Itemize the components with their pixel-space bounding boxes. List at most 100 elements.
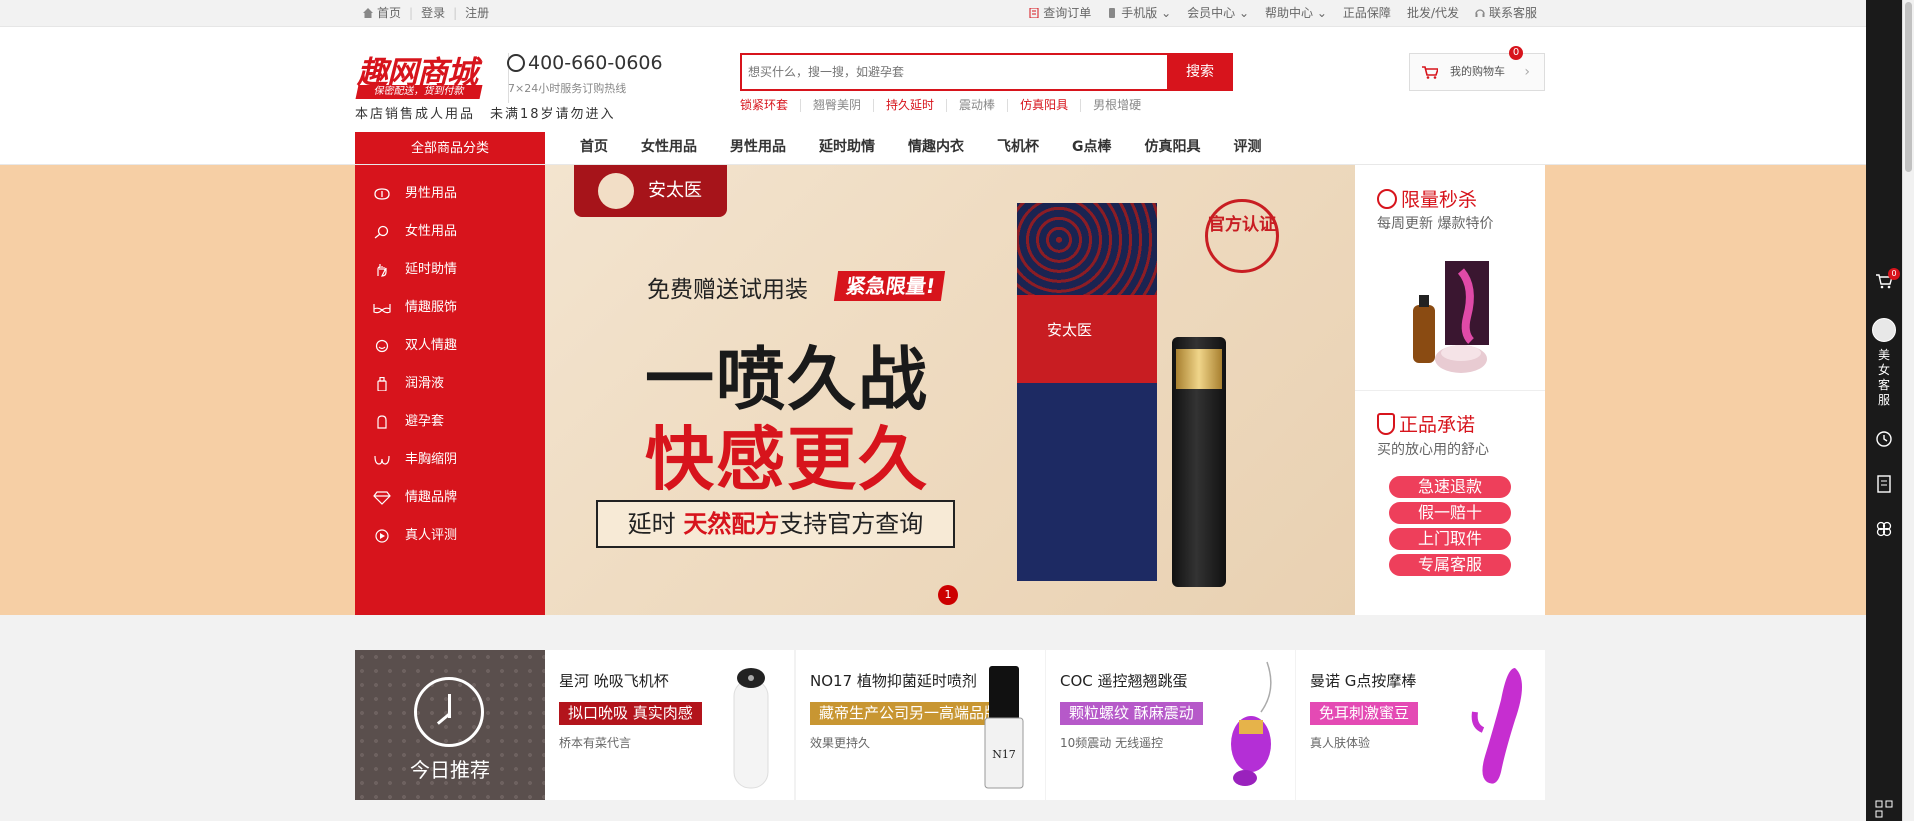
contact-service-label: 联系客服	[1488, 6, 1537, 20]
phone-icon	[507, 54, 525, 72]
top-bar: 首页 | 登录 | 注册 查询订单 手机版 ⌄ 会员中心 ⌄ 帮助中心 ⌄ 正品…	[0, 0, 1866, 27]
brand-seal-icon	[598, 173, 634, 209]
hot-keyword[interactable]: 翘臀美阴	[800, 99, 873, 112]
flash-sale-section[interactable]: 限量秒杀 每周更新 爆款特价	[1355, 165, 1545, 391]
category-label: 情趣服饰	[405, 300, 458, 315]
hot-keyword[interactable]: 男根增硬	[1080, 99, 1153, 112]
product-image	[733, 668, 769, 789]
search-bar: 搜索	[740, 53, 1233, 91]
category-item-breast[interactable]: 丰胸缩阴	[373, 441, 457, 479]
today-recommend-label: 今日推荐	[410, 758, 490, 782]
banner-headline-2: 快感更久	[645, 419, 929, 500]
login-link[interactable]: 登录	[413, 0, 453, 26]
guarantee-pill[interactable]: 上门取件	[1389, 528, 1511, 550]
nav-item-female[interactable]: 女性用品	[641, 132, 697, 162]
logo-tagline: 保密配送，货到付款	[355, 85, 483, 99]
nav-item-lingerie[interactable]: 情趣内衣	[908, 132, 964, 162]
genuine-link[interactable]: 正品保障	[1335, 0, 1399, 26]
recommend-card[interactable]: NO17 植物抑菌延时喷剂 藏帝生产公司另一高端品牌 效果更持久 N17	[796, 650, 1045, 800]
top-bar-left: 首页 | 登录 | 注册	[355, 0, 497, 26]
wholesale-link[interactable]: 批发/代发	[1399, 0, 1467, 26]
hot-keyword[interactable]: 持久延时	[873, 99, 946, 112]
card-title: NO17 植物抑菌延时喷剂	[810, 672, 977, 690]
scrollbar-thumb[interactable]	[1905, 2, 1912, 172]
top-bar-right: 查询订单 手机版 ⌄ 会员中心 ⌄ 帮助中心 ⌄ 正品保障 批发/代发 联系客服	[1021, 0, 1545, 26]
category-label: 男性用品	[405, 186, 458, 201]
cart-count-badge: 0	[1509, 46, 1523, 60]
nav-item-cup[interactable]: 飞机杯	[997, 132, 1039, 162]
card-title: 星河 吮吸飞机杯	[559, 672, 669, 690]
promo-panel: 限量秒杀 每周更新 爆款特价 正品承诺 买的放心用的舒心 急速退款 假一赔十 上…	[1355, 165, 1545, 615]
nav-item-gspot[interactable]: G点棒	[1072, 132, 1112, 162]
clock-icon	[1377, 189, 1397, 209]
category-item-lube[interactable]: 润滑液	[373, 365, 444, 403]
category-label: 情趣品牌	[405, 490, 458, 505]
recommend-card[interactable]: COC 遥控翘翘跳蛋 颗粒螺纹 酥麻震动 10频震动 无线遥控	[1046, 650, 1295, 800]
category-item-brand[interactable]: 情趣品牌	[373, 479, 457, 517]
guarantee-pill[interactable]: 专属客服	[1389, 554, 1511, 576]
slide-indicator[interactable]: 1	[938, 585, 958, 605]
contact-service-link[interactable]: 联系客服	[1467, 0, 1545, 26]
home-link[interactable]: 首页	[355, 0, 409, 26]
service-label[interactable]: 美女客服	[1877, 348, 1891, 408]
nav-item-delay[interactable]: 延时助情	[819, 132, 875, 162]
document-icon[interactable]	[1875, 475, 1893, 493]
mobile-link[interactable]: 手机版 ⌄	[1099, 0, 1179, 26]
clover-icon[interactable]	[1875, 520, 1893, 538]
flash-sale-subtitle: 每周更新 爆款特价	[1377, 216, 1494, 232]
category-item-couple[interactable]: 双人情趣	[373, 327, 457, 365]
member-center-link[interactable]: 会员中心 ⌄	[1179, 0, 1257, 26]
card-title: COC 遥控翘翘跳蛋	[1060, 672, 1188, 690]
category-item-female[interactable]: 女性用品	[373, 213, 457, 251]
all-categories-button[interactable]: 全部商品分类	[355, 132, 545, 165]
hot-keyword[interactable]: 仿真阳具	[1007, 99, 1080, 112]
recommend-card[interactable]: 星河 吮吸飞机杯 拟口吮吸 真实肉感 桥本有菜代言	[545, 650, 794, 800]
headset-icon	[1475, 9, 1485, 17]
nav-items: 首页 女性用品 男性用品 延时助情 情趣内衣 飞机杯 G点棒 仿真阳具 评测	[580, 132, 1295, 162]
qrcode-icon[interactable]	[1875, 800, 1893, 818]
play-icon	[375, 529, 389, 543]
help-center-link[interactable]: 帮助中心 ⌄	[1257, 0, 1335, 26]
card-tag: 免耳刺激蜜豆	[1310, 702, 1419, 725]
category-item-review[interactable]: 真人评测	[373, 517, 457, 555]
banner-slide[interactable]: 安太医 免费赠送试用装 紧急限量! 一喷久战 快感更久 延时 天然配方支持官方查…	[545, 165, 1355, 615]
nav-item-male[interactable]: 男性用品	[730, 132, 786, 162]
category-item-clothing[interactable]: 情趣服饰	[373, 289, 457, 327]
category-item-condom[interactable]: 避孕套	[373, 403, 444, 441]
guarantee-pill[interactable]: 急速退款	[1389, 476, 1511, 498]
history-icon[interactable]	[1875, 430, 1893, 448]
category-item-male[interactable]: 男性用品	[373, 175, 457, 213]
nav-item-dildo[interactable]: 仿真阳具	[1145, 132, 1201, 162]
category-item-delay[interactable]: 延时助情	[373, 251, 457, 289]
card-tag: 拟口吮吸 真实肉感	[559, 702, 702, 725]
register-link[interactable]: 注册	[457, 0, 497, 26]
search-input[interactable]	[742, 55, 1168, 89]
help-center-label: 帮助中心	[1265, 6, 1314, 20]
product-box-brand: 安太医	[1047, 321, 1093, 339]
service-avatar[interactable]	[1872, 318, 1896, 342]
site-logo[interactable]: 趣网商城 保密配送，货到付款	[355, 47, 490, 99]
search-button[interactable]: 搜索	[1167, 53, 1233, 91]
order-query-label: 查询订单	[1043, 6, 1092, 20]
nav-item-home[interactable]: 首页	[580, 132, 608, 162]
hand-icon	[377, 264, 387, 277]
guarantee-pill[interactable]: 假一赔十	[1389, 502, 1511, 524]
product-box-label: 安太医	[1017, 295, 1157, 383]
hot-keyword[interactable]: 震动棒	[946, 99, 1007, 112]
hot-keyword[interactable]: 锁紧环套	[740, 99, 800, 112]
nav-item-review[interactable]: 评测	[1234, 132, 1262, 162]
shield-icon	[1377, 413, 1395, 435]
flash-sale-title: 限量秒杀	[1377, 185, 1477, 212]
category-label: 润滑液	[405, 376, 445, 391]
diamond-icon	[373, 491, 391, 505]
cart-button[interactable]: 我的购物车 › 0	[1409, 46, 1545, 91]
phone-icon	[1109, 8, 1116, 18]
clock-icon	[414, 677, 484, 747]
order-query-link[interactable]: 查询订单	[1021, 0, 1099, 26]
recommend-card[interactable]: 曼诺 G点按摩棒 免耳刺激蜜豆 真人肤体验	[1296, 650, 1545, 800]
guarantee-title: 正品承诺	[1377, 410, 1475, 437]
page-scrollbar[interactable]	[1902, 0, 1914, 821]
product-image	[1231, 661, 1272, 786]
home-icon	[363, 8, 373, 18]
banner-query-bold: 天然配方	[683, 510, 780, 538]
